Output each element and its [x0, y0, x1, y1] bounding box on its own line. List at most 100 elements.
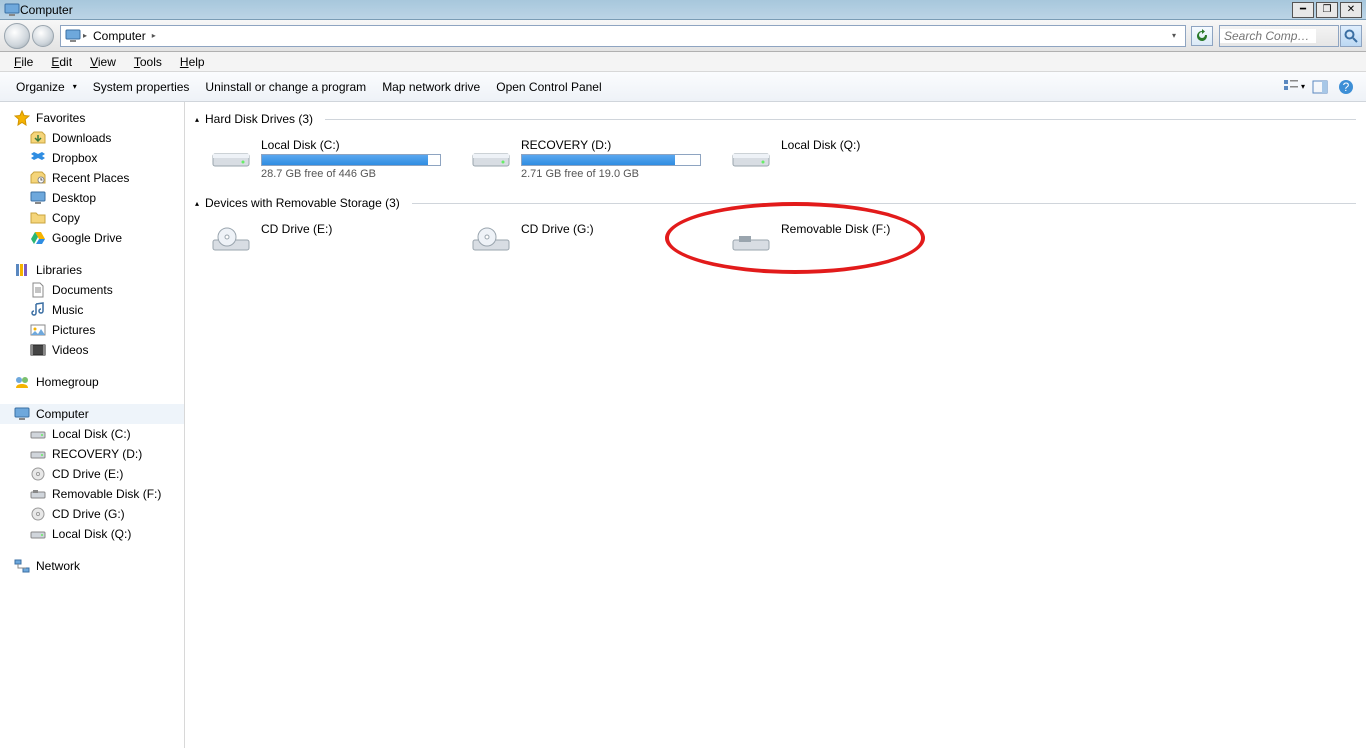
drive-recovery-d[interactable]: RECOVERY (D:) 2.71 GB free of 19.0 GB: [465, 134, 705, 184]
desktop-icon: [30, 190, 46, 206]
pictures-icon: [30, 322, 46, 338]
menu-tools[interactable]: ToolsTools: [126, 53, 170, 71]
drive-local-disk-c[interactable]: Local Disk (C:) 28.7 GB free of 446 GB: [205, 134, 445, 184]
hdd-icon: [30, 526, 46, 542]
collapse-icon: ▴: [195, 199, 199, 208]
hdd-icon: [469, 138, 513, 174]
hdd-icon: [30, 446, 46, 462]
drive-local-disk-q[interactable]: Local Disk (Q:): [725, 134, 965, 184]
forward-button[interactable]: [32, 25, 54, 47]
homegroup-label: Homegroup: [36, 375, 99, 389]
navigation-pane: Favorites Downloads Dropbox Recent Place…: [0, 102, 185, 748]
tree-label: Pictures: [52, 323, 95, 337]
sidebar-item-videos[interactable]: Videos: [0, 340, 184, 360]
preview-pane-button[interactable]: [1308, 76, 1332, 98]
maximize-button[interactable]: ❐: [1316, 2, 1338, 18]
address-bar[interactable]: ▸ Computer ▸ ▾: [60, 25, 1186, 47]
drive-cd-g[interactable]: CD Drive (G:): [465, 218, 705, 262]
address-dropdown[interactable]: ▾: [1167, 26, 1181, 46]
tree-label: Removable Disk (F:): [52, 487, 161, 501]
dropbox-icon: [30, 150, 46, 166]
tree-label: Music: [52, 303, 83, 317]
organize-label: Organize: [16, 80, 65, 94]
sidebar-item-recent-places[interactable]: Recent Places: [0, 168, 184, 188]
organize-button[interactable]: Organize: [8, 76, 85, 98]
breadcrumb-chevron-icon[interactable]: ▸: [81, 31, 89, 40]
refresh-button[interactable]: [1191, 26, 1213, 46]
group-header-removable[interactable]: ▴ Devices with Removable Storage (3): [195, 196, 1356, 210]
window-title: Computer: [20, 3, 73, 17]
breadcrumb-computer[interactable]: Computer ▸: [89, 26, 162, 46]
window-titlebar: Computer ━ ❐ ✕: [0, 0, 1366, 20]
sidebar-item-documents[interactable]: Documents: [0, 280, 184, 300]
minimize-button[interactable]: ━: [1292, 2, 1314, 18]
libraries-group: Libraries Documents Music Pictures Video…: [0, 260, 184, 360]
removable-disk-icon: [729, 222, 773, 258]
computer-header[interactable]: Computer: [0, 404, 184, 424]
uninstall-program-button[interactable]: Uninstall or change a program: [197, 76, 374, 98]
group-header-hdd[interactable]: ▴ Hard Disk Drives (3): [195, 112, 1356, 126]
sidebar-item-pictures[interactable]: Pictures: [0, 320, 184, 340]
system-properties-button[interactable]: System properties: [85, 76, 198, 98]
search-box[interactable]: [1219, 25, 1339, 47]
sidebar-item-cd-drive-e[interactable]: CD Drive (E:): [0, 464, 184, 484]
breadcrumb-chevron-icon[interactable]: ▸: [150, 31, 158, 40]
drive-name: CD Drive (G:): [521, 222, 701, 236]
tree-label: Dropbox: [52, 151, 97, 165]
search-button[interactable]: [1340, 25, 1362, 47]
menu-view[interactable]: ViewView: [82, 53, 124, 71]
cd-drive-icon: [469, 222, 513, 258]
hdd-icon: [729, 138, 773, 174]
menu-help[interactable]: HelpHelp: [172, 53, 213, 71]
close-button[interactable]: ✕: [1340, 2, 1362, 18]
homegroup-icon: [14, 374, 30, 390]
network-header[interactable]: Network: [0, 556, 184, 576]
navigation-bar: ▸ Computer ▸ ▾: [0, 20, 1366, 52]
sidebar-item-removable-f[interactable]: Removable Disk (F:): [0, 484, 184, 504]
favorites-label: Favorites: [36, 111, 85, 125]
free-space-text: 28.7 GB free of 446 GB: [261, 168, 441, 180]
sidebar-item-recovery-d[interactable]: RECOVERY (D:): [0, 444, 184, 464]
open-control-panel-button[interactable]: Open Control Panel: [488, 76, 609, 98]
homegroup-header[interactable]: Homegroup: [0, 372, 184, 392]
sidebar-item-copy[interactable]: Copy: [0, 208, 184, 228]
tree-label: Desktop: [52, 191, 96, 205]
menu-file[interactable]: FFileile: [6, 53, 41, 71]
drive-name: Local Disk (Q:): [781, 138, 961, 152]
sidebar-item-dropbox[interactable]: Dropbox: [0, 148, 184, 168]
capacity-fill: [522, 155, 675, 165]
tree-label: Copy: [52, 211, 80, 225]
group-rule: [412, 203, 1356, 204]
search-input[interactable]: [1220, 29, 1316, 43]
help-button[interactable]: ?: [1334, 76, 1358, 98]
homegroup-group: Homegroup: [0, 372, 184, 392]
tree-label: Local Disk (C:): [52, 427, 131, 441]
back-button[interactable]: [4, 23, 30, 49]
change-view-button[interactable]: ▾: [1282, 76, 1306, 98]
sidebar-item-local-disk-q[interactable]: Local Disk (Q:): [0, 524, 184, 544]
menu-edit[interactable]: EditEdit: [43, 53, 80, 71]
favorites-header[interactable]: Favorites: [0, 108, 184, 128]
downloads-icon: [30, 130, 46, 146]
drive-removable-f[interactable]: Removable Disk (F:): [725, 218, 965, 262]
sidebar-item-downloads[interactable]: Downloads: [0, 128, 184, 148]
sidebar-item-desktop[interactable]: Desktop: [0, 188, 184, 208]
sidebar-item-music[interactable]: Music: [0, 300, 184, 320]
sidebar-item-google-drive[interactable]: Google Drive: [0, 228, 184, 248]
map-network-drive-button[interactable]: Map network drive: [374, 76, 488, 98]
breadcrumb-label: Computer: [93, 29, 146, 43]
drive-name: Local Disk (C:): [261, 138, 441, 152]
drive-cd-e[interactable]: CD Drive (E:): [205, 218, 445, 262]
tree-label: Local Disk (Q:): [52, 527, 131, 541]
drive-name: RECOVERY (D:): [521, 138, 701, 152]
libraries-label: Libraries: [36, 263, 82, 277]
sidebar-item-local-disk-c[interactable]: Local Disk (C:): [0, 424, 184, 444]
capacity-fill: [262, 155, 428, 165]
tree-label: Google Drive: [52, 231, 122, 245]
sidebar-item-cd-drive-g[interactable]: CD Drive (G:): [0, 504, 184, 524]
libraries-header[interactable]: Libraries: [0, 260, 184, 280]
computer-label: Computer: [36, 407, 89, 421]
menu-bar: FFileile EditEdit ViewView ToolsTools He…: [0, 52, 1366, 72]
removable-icon: [30, 486, 46, 502]
command-bar: Organize System properties Uninstall or …: [0, 72, 1366, 102]
